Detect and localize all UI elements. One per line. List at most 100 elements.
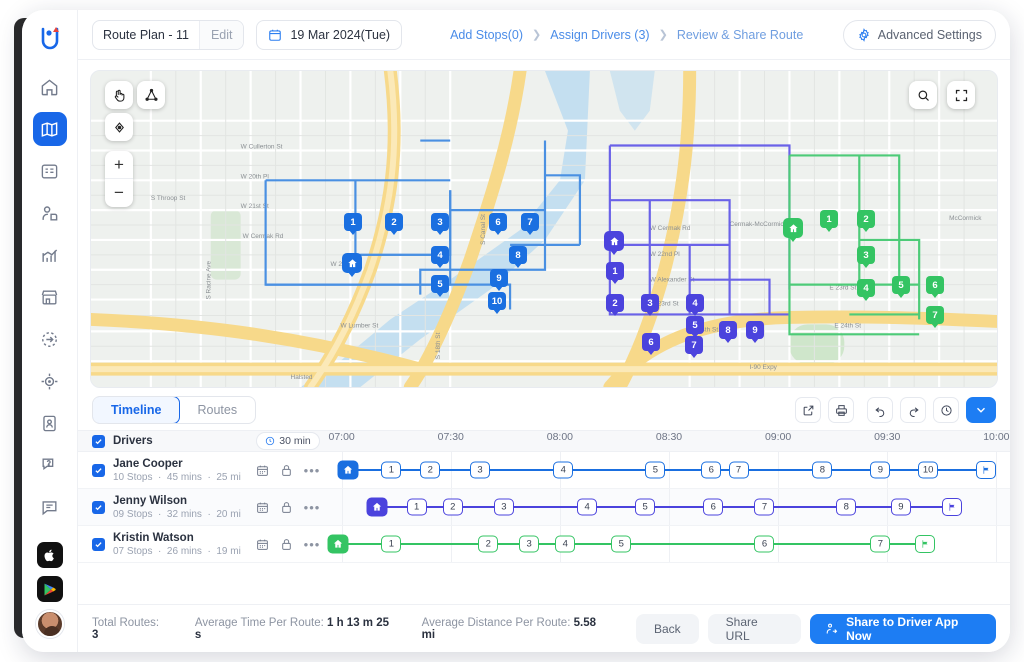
breadcrumb-review-share[interactable]: Review & Share Route bbox=[677, 28, 803, 42]
breadcrumb-add-stops[interactable]: Add Stops(0) bbox=[450, 28, 523, 42]
timeline-end-marker[interactable] bbox=[976, 461, 997, 479]
redo-icon[interactable] bbox=[900, 397, 926, 423]
timeline-stop-marker[interactable]: 5 bbox=[645, 461, 666, 479]
map-marker-3-3[interactable]: 3 bbox=[857, 246, 875, 264]
map-search-icon[interactable] bbox=[909, 81, 937, 109]
map-marker-1-4[interactable]: 4 bbox=[431, 246, 449, 264]
lock-icon[interactable] bbox=[280, 538, 293, 551]
map-marker-1-1[interactable]: 1 bbox=[344, 213, 362, 231]
more-options-icon[interactable]: ••• bbox=[304, 537, 321, 552]
timeline-stop-marker[interactable]: 10 bbox=[918, 461, 939, 479]
map-marker-2-9[interactable]: 9 bbox=[746, 321, 764, 339]
edit-plan-button[interactable]: Edit bbox=[198, 20, 244, 49]
route-map[interactable]: W Cullerton St W 20th Pl W 21st St W Cerma… bbox=[90, 70, 998, 388]
more-options-icon[interactable]: ••• bbox=[304, 463, 321, 478]
calendar-icon[interactable] bbox=[256, 538, 269, 551]
driver-checkbox[interactable] bbox=[92, 537, 105, 551]
driver-checkbox[interactable] bbox=[92, 500, 105, 514]
map-marker-3-2[interactable]: 2 bbox=[857, 210, 875, 228]
map-depot-route-3[interactable] bbox=[783, 218, 803, 238]
more-options-icon[interactable]: ••• bbox=[304, 500, 321, 515]
lock-icon[interactable] bbox=[280, 464, 293, 477]
timeline-depot-marker[interactable] bbox=[366, 497, 388, 517]
timeline-stop-marker[interactable]: 9 bbox=[870, 461, 891, 479]
sidebar-item-help[interactable] bbox=[33, 448, 67, 482]
sidebar-item-messages[interactable] bbox=[33, 490, 67, 524]
timeline-stop-marker[interactable]: 6 bbox=[701, 461, 722, 479]
map-marker-2-7[interactable]: 7 bbox=[685, 336, 703, 354]
advanced-settings-button[interactable]: Advanced Settings bbox=[842, 19, 996, 50]
timeline-stop-marker[interactable]: 1 bbox=[381, 535, 402, 553]
timeline-depot-marker[interactable] bbox=[327, 534, 349, 554]
timeline-stop-marker[interactable]: 7 bbox=[728, 461, 749, 479]
map-marker-1-6[interactable]: 6 bbox=[489, 213, 507, 231]
lock-icon[interactable] bbox=[280, 501, 293, 514]
map-marker-1-5[interactable]: 5 bbox=[431, 275, 449, 293]
calendar-icon[interactable] bbox=[256, 464, 269, 477]
calendar-icon[interactable] bbox=[256, 501, 269, 514]
undo-icon[interactable] bbox=[867, 397, 893, 423]
timeline-stop-marker[interactable]: 6 bbox=[754, 535, 775, 553]
timeline-stop-marker[interactable]: 1 bbox=[381, 461, 402, 479]
select-all-drivers-checkbox[interactable] bbox=[92, 434, 105, 448]
timeline-stop-marker[interactable]: 4 bbox=[555, 535, 576, 553]
map-marker-2-1[interactable]: 1 bbox=[606, 262, 624, 280]
driver-timeline-track[interactable]: 12 3 4 5 6 7 8 9 bbox=[328, 489, 1010, 525]
print-icon[interactable] bbox=[828, 397, 854, 423]
timeline-stop-marker[interactable]: 6 bbox=[703, 498, 724, 516]
location-target-tool[interactable] bbox=[105, 113, 133, 141]
sidebar-item-tasks-list[interactable] bbox=[33, 154, 67, 188]
driver-row[interactable]: Kristin Watson 07 Stops · 26 mins · 19 mi… bbox=[78, 526, 1010, 563]
map-depot-route-2[interactable] bbox=[604, 231, 624, 251]
timeline-stop-marker[interactable]: 7 bbox=[754, 498, 775, 516]
apple-app-store-icon[interactable] bbox=[36, 542, 63, 568]
user-avatar[interactable] bbox=[35, 610, 64, 638]
driver-checkbox[interactable] bbox=[92, 463, 105, 477]
sidebar-item-store[interactable] bbox=[33, 280, 67, 314]
zoom-in-button[interactable]: + bbox=[105, 151, 133, 179]
timeline-stop-marker[interactable]: 2 bbox=[442, 498, 463, 516]
sidebar-item-analytics[interactable] bbox=[33, 238, 67, 272]
driver-row[interactable]: Jane Cooper 10 Stops · 45 mins · 25 mi •••… bbox=[78, 452, 1010, 489]
map-marker-1-8[interactable]: 8 bbox=[509, 246, 527, 264]
timeline-stop-marker[interactable]: 2 bbox=[478, 535, 499, 553]
timeline-end-marker[interactable] bbox=[942, 498, 963, 516]
breadcrumb-assign-drivers[interactable]: Assign Drivers (3) bbox=[550, 28, 649, 42]
map-marker-2-6[interactable]: 6 bbox=[642, 333, 660, 351]
timeline-stop-marker[interactable]: 5 bbox=[611, 535, 632, 553]
timeline-stop-marker[interactable]: 3 bbox=[470, 461, 491, 479]
sidebar-item-home[interactable] bbox=[33, 70, 67, 104]
map-marker-1-3[interactable]: 3 bbox=[431, 213, 449, 231]
timeline-stop-marker[interactable]: 3 bbox=[519, 535, 540, 553]
map-marker-1-2[interactable]: 2 bbox=[385, 213, 403, 231]
sidebar-item-import[interactable] bbox=[33, 322, 67, 356]
timeline-stop-marker[interactable]: 1 bbox=[406, 498, 427, 516]
collapse-icon[interactable] bbox=[966, 397, 996, 423]
sidebar-item-drivers[interactable] bbox=[33, 196, 67, 230]
map-marker-1-10[interactable]: 10 bbox=[488, 292, 506, 310]
timeline-stop-marker[interactable]: 5 bbox=[635, 498, 656, 516]
driver-row[interactable]: Jenny Wilson 09 Stops · 32 mins · 20 mi ••… bbox=[78, 489, 1010, 526]
map-marker-2-8[interactable]: 8 bbox=[719, 321, 737, 339]
share-to-driver-app-button[interactable]: Share to Driver App Now bbox=[809, 613, 997, 644]
map-marker-3-7[interactable]: 7 bbox=[926, 306, 944, 324]
fullscreen-icon[interactable] bbox=[947, 81, 975, 109]
map-marker-3-6[interactable]: 6 bbox=[926, 276, 944, 294]
timeline-end-marker[interactable] bbox=[914, 535, 935, 553]
map-marker-2-4[interactable]: 4 bbox=[686, 294, 704, 312]
timeline-stop-marker[interactable]: 3 bbox=[493, 498, 514, 516]
timeline-depot-marker[interactable] bbox=[337, 460, 359, 480]
sidebar-item-contacts[interactable] bbox=[33, 406, 67, 440]
map-marker-1-7[interactable]: 7 bbox=[521, 213, 539, 231]
history-icon[interactable] bbox=[933, 397, 959, 423]
driver-timeline-track[interactable]: 1 2 3 4 5 6 7 8 9 10 bbox=[328, 452, 1010, 488]
timeline-stop-marker[interactable]: 8 bbox=[812, 461, 833, 479]
back-button[interactable]: Back bbox=[635, 613, 699, 644]
interval-pill[interactable]: 30 min bbox=[256, 432, 320, 450]
map-marker-2-5[interactable]: 5 bbox=[686, 316, 704, 334]
zoom-out-button[interactable]: − bbox=[105, 179, 133, 207]
timeline-stop-marker[interactable]: 2 bbox=[420, 461, 441, 479]
map-marker-3-1[interactable]: 1 bbox=[820, 210, 838, 228]
timeline-stop-marker[interactable]: 4 bbox=[553, 461, 574, 479]
timeline-stop-marker[interactable]: 8 bbox=[836, 498, 857, 516]
